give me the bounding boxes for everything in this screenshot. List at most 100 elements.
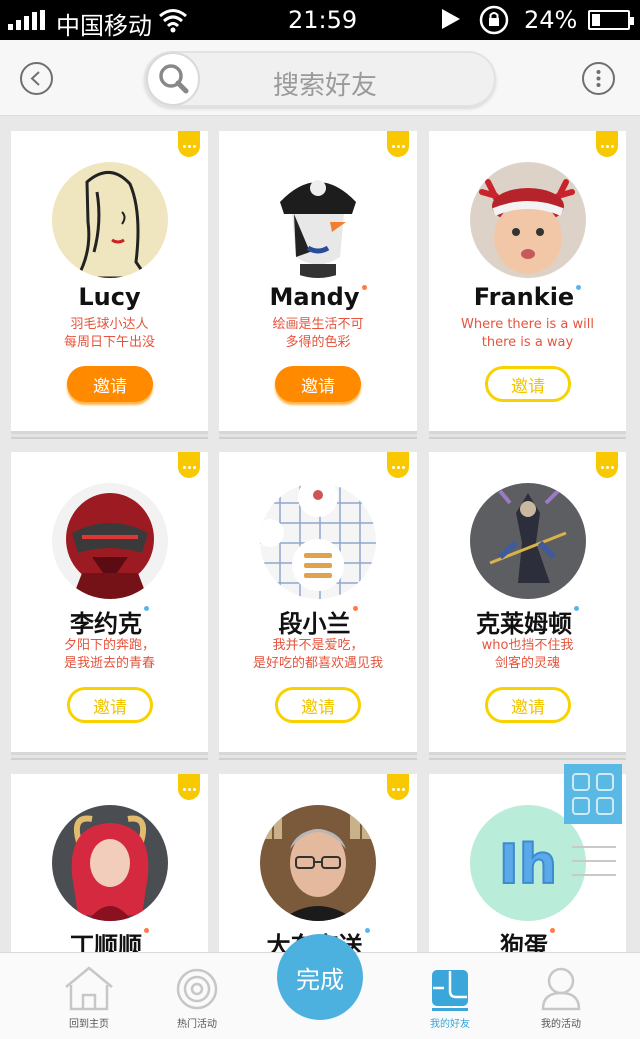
friend-bio: 夕阳下的奔跑， 是我逝去的青春	[17, 637, 202, 673]
card-options-tag[interactable]	[596, 452, 618, 478]
friend-name-text: 段小兰	[278, 610, 351, 638]
nav-home[interactable]: 回到主页	[49, 963, 129, 1033]
nav-my-events[interactable]: 我的活动	[521, 963, 601, 1033]
friend-card[interactable]: Lucy 羽毛球小达人 每周日下午出没 邀请	[11, 131, 208, 431]
friend-card[interactable]: Mandy 绘画是生活不可 多得的色彩 邀请	[219, 131, 417, 431]
friend-card[interactable]: 丁顺顺	[11, 774, 208, 952]
friend-card[interactable]: 大东京送	[219, 774, 417, 952]
nav-friends-label: 我的好友	[430, 1019, 470, 1030]
rotation-lock-icon	[479, 5, 509, 35]
friends-icon	[432, 970, 468, 1011]
avatar[interactable]	[260, 805, 376, 921]
online-status-dot	[144, 606, 149, 611]
back-icon	[30, 71, 40, 86]
online-status-dot	[352, 606, 358, 611]
friend-bio: 绘画是生活不可 多得的色彩	[225, 316, 411, 352]
avatar[interactable]	[52, 483, 168, 599]
friend-card[interactable]: 克莱姆顿 who也挡不住我 剑客的灵魂 邀请	[429, 452, 626, 752]
friend-name: 丁顺顺	[11, 926, 208, 952]
online-status-dot	[574, 606, 579, 611]
status-bar: 中国移动 21:59 24%	[0, 0, 640, 40]
card-options-tag[interactable]	[178, 774, 200, 800]
nav-friends[interactable]: 我的好友	[410, 963, 490, 1033]
top-bar: 搜索好友	[0, 40, 640, 116]
bio-line: 夕阳下的奔跑，	[63, 638, 155, 653]
friend-bio: 羽毛球小达人 每周日下午出没	[17, 316, 202, 352]
invite-button[interactable]: 邀请	[485, 366, 571, 402]
friend-bio: who也挡不住我 剑客的灵魂	[435, 637, 620, 673]
nav-my-events-label: 我的活动	[541, 1019, 581, 1030]
friend-name: 李约克	[11, 604, 208, 639]
target-icon	[176, 968, 218, 1010]
friend-name-text: 李约克	[70, 610, 142, 638]
friend-name-text: Frankie	[473, 283, 575, 311]
nav-events[interactable]: 热门活动	[157, 963, 237, 1033]
clock: 21:59	[288, 6, 358, 34]
done-button[interactable]: 完成	[277, 934, 363, 1020]
invite-button[interactable]: 邀请	[275, 366, 361, 402]
battery-icon	[588, 10, 634, 30]
friend-name: 克莱姆顿	[429, 604, 626, 639]
friend-name: Lucy	[11, 283, 208, 311]
card-options-tag[interactable]	[596, 131, 618, 157]
back-button[interactable]	[20, 62, 53, 95]
bio-line: there is a way	[481, 335, 574, 350]
online-status-dot	[144, 928, 149, 933]
wifi-icon	[159, 9, 187, 33]
invite-button[interactable]: 邀请	[275, 687, 361, 723]
friend-grid: Lucy 羽毛球小达人 每周日下午出没 邀请 Mandy 绘画是生活不可 多得的色彩 邀请 Fr…	[0, 117, 640, 952]
bio-line: 是我逝去的青春	[63, 656, 155, 671]
friend-name: 狗蛋	[429, 926, 626, 952]
nav-home-label: 回到主页	[69, 1019, 109, 1030]
carrier-name: 中国移动	[56, 12, 152, 40]
bio-line: 我并不是爱吃，	[272, 638, 364, 653]
friend-bio: 我并不是爱吃， 是好吃的都喜欢遇见我	[225, 637, 411, 673]
grid-view-button[interactable]	[564, 764, 622, 824]
avatar[interactable]	[260, 483, 376, 599]
friend-name: Mandy	[219, 283, 417, 311]
card-options-tag[interactable]	[178, 131, 200, 157]
bio-line: 羽毛球小达人	[70, 317, 149, 332]
online-status-dot	[550, 928, 555, 933]
friend-name-text: 丁顺顺	[70, 932, 142, 952]
bio-line: 是好吃的都喜欢遇见我	[252, 656, 383, 671]
card-options-tag[interactable]	[387, 774, 409, 800]
card-options-tag[interactable]	[387, 452, 409, 478]
friend-name-text: 克莱姆顿	[476, 610, 572, 638]
bio-line: 剑客的灵魂	[494, 656, 560, 671]
more-icon	[596, 70, 601, 87]
friend-card[interactable]: 李约克 夕阳下的奔跑， 是我逝去的青春邀请	[11, 452, 208, 752]
online-status-dot	[576, 285, 582, 290]
avatar[interactable]	[52, 805, 168, 921]
search-bar[interactable]: 搜索好友	[144, 51, 496, 107]
friend-card[interactable]: Frankie Where there is a will there is a w…	[429, 131, 626, 431]
friend-name-text: 狗蛋	[500, 932, 548, 952]
online-status-dot	[364, 928, 370, 933]
svg-text:Ih: Ih	[499, 833, 558, 896]
avatar[interactable]	[52, 162, 168, 278]
app-screen: 中国移动 21:59 24% 搜索好友 Lucy 羽毛球小达人 每周日下午出没 …	[0, 0, 640, 1039]
friend-name: Frankie	[429, 283, 626, 311]
signal-icon	[8, 10, 45, 30]
more-button[interactable]	[582, 62, 615, 95]
avatar[interactable]	[470, 483, 586, 599]
avatar[interactable]	[470, 162, 586, 278]
friend-bio: Where there is a will there is a way	[435, 316, 620, 352]
avatar[interactable]	[260, 162, 376, 278]
list-view-button[interactable]	[564, 830, 622, 890]
invite-button[interactable]: 邀请	[485, 687, 571, 723]
play-icon	[442, 9, 460, 29]
home-icon	[65, 966, 113, 1011]
bio-line: 多得的色彩	[285, 335, 351, 350]
online-status-dot	[361, 285, 367, 290]
friend-card[interactable]: 段小兰 我并不是爱吃， 是好吃的都喜欢遇见我邀请	[219, 452, 417, 752]
user-icon	[541, 967, 581, 1011]
invite-button[interactable]: 邀请	[67, 366, 153, 402]
search-input[interactable]: 搜索好友	[144, 65, 496, 102]
invite-button[interactable]: 邀请	[67, 687, 153, 723]
bio-line: 绘画是生活不可	[272, 317, 364, 332]
card-options-tag[interactable]	[178, 452, 200, 478]
card-options-tag[interactable]	[387, 131, 409, 157]
bio-line: who也挡不住我	[481, 638, 574, 653]
nav-events-label: 热门活动	[177, 1019, 217, 1030]
